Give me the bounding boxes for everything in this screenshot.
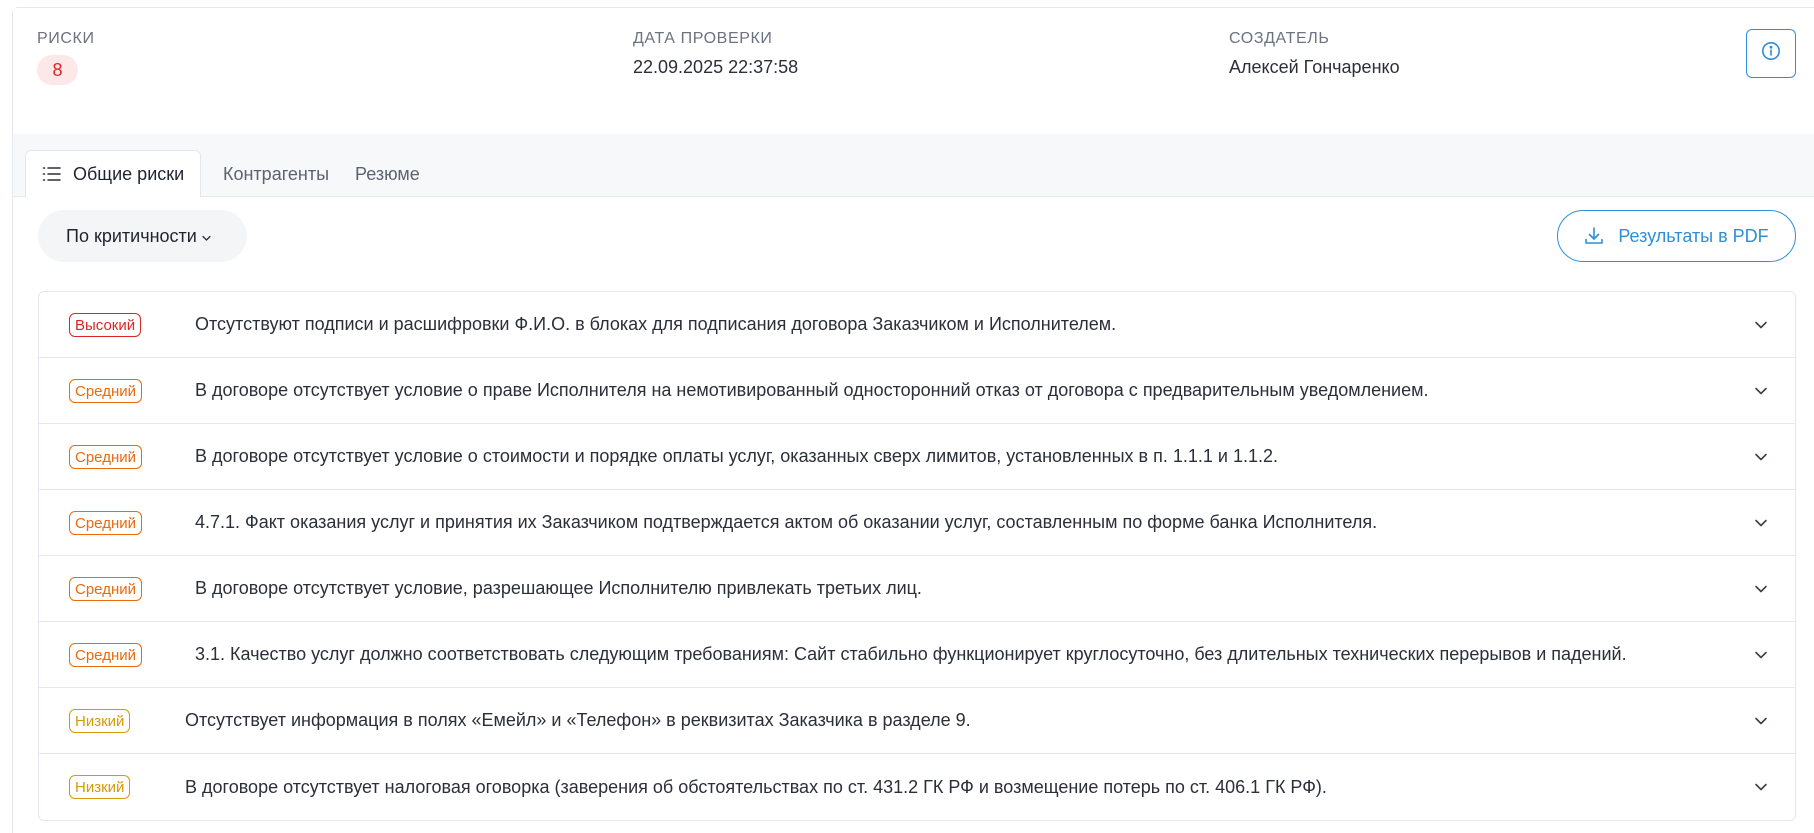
severity-badge: Средний [69, 445, 142, 469]
info-circle-icon [1761, 41, 1781, 66]
check-date: ДАТА ПРОВЕРКИ 22.09.2025 22:37:58 [633, 30, 798, 78]
severity-badge: Низкий [69, 775, 131, 799]
risk-text: В договоре отсутствует налоговая оговорк… [185, 776, 1327, 797]
tab-general-risks-label: Общие риски [73, 163, 185, 184]
severity-badge: Низкий [69, 709, 131, 733]
severity-badge: Средний [69, 643, 142, 667]
chevron-down-icon[interactable] [1753, 449, 1769, 465]
risk-list: Высокий Отсутствуют подписи и расшифровк… [38, 291, 1796, 821]
severity-badge: Средний [69, 511, 142, 535]
chevron-down-icon[interactable] [1753, 515, 1769, 531]
severity-badge: Средний [69, 379, 142, 403]
risk-item[interactable]: Средний 4.7.1. Факт оказания услуг и при… [39, 490, 1795, 556]
risks-label: РИСКИ [37, 30, 95, 47]
risk-text: 3.1. Качество услуг должно соответствова… [195, 644, 1627, 664]
risk-item[interactable]: Низкий Отсутствует информация в полях «Е… [39, 688, 1795, 754]
severity-badge: Средний [69, 577, 142, 601]
list-icon [42, 166, 62, 182]
tab-summary[interactable]: Резюме [341, 150, 434, 198]
download-pdf-button[interactable]: Результаты в PDF [1557, 210, 1796, 262]
risk-item[interactable]: Средний В договоре отсутствует условие о… [39, 358, 1795, 424]
creator: СОЗДАТЕЛЬ Алексей Гончаренко [1229, 30, 1400, 78]
info-button[interactable] [1746, 29, 1796, 78]
report-meta: РИСКИ 8 ДАТА ПРОВЕРКИ 22.09.2025 22:37:5… [13, 8, 1814, 134]
chevron-down-icon[interactable] [1753, 581, 1769, 597]
risk-text: Отсутствует информация в полях «Емейл» и… [185, 710, 971, 730]
severity-badge: Высокий [69, 313, 142, 337]
chevron-down-icon [201, 234, 212, 242]
date-value: 22.09.2025 22:37:58 [633, 57, 799, 77]
download-pdf-label: Результаты в PDF [1618, 225, 1769, 246]
risks-count-badge: 8 [37, 55, 78, 85]
tab-summary-label: Резюме [355, 163, 420, 184]
risk-text: В договоре отсутствует условие, разрешаю… [195, 578, 922, 598]
risks-summary: РИСКИ 8 [37, 30, 95, 85]
risk-item[interactable]: Средний 3.1. Качество услуг должно соотв… [39, 622, 1795, 688]
risk-item[interactable]: Высокий Отсутствуют подписи и расшифровк… [39, 292, 1795, 358]
risk-text: 4.7.1. Факт оказания услуг и принятия их… [195, 512, 1378, 532]
download-icon [1584, 226, 1604, 246]
tab-counterparties[interactable]: Контрагенты [209, 150, 343, 198]
chevron-down-icon[interactable] [1753, 713, 1769, 729]
risk-item[interactable]: Низкий В договоре отсутствует налоговая … [39, 754, 1795, 820]
sort-dropdown[interactable]: По критичности [38, 210, 247, 262]
tabs-bar: Общие риски Контрагенты Резюме [13, 134, 1814, 198]
report-panel: РИСКИ 8 ДАТА ПРОВЕРКИ 22.09.2025 22:37:5… [12, 7, 1814, 833]
chevron-down-icon[interactable] [1753, 647, 1769, 663]
date-label: ДАТА ПРОВЕРКИ [633, 30, 773, 47]
tab-general-risks[interactable]: Общие риски [25, 150, 202, 198]
risk-text: В договоре отсутствует условие о праве И… [195, 380, 1429, 400]
chevron-down-icon[interactable] [1753, 317, 1769, 333]
creator-value: Алексей Гончаренко [1229, 57, 1400, 77]
risk-text: Отсутствуют подписи и расшифровки Ф.И.О.… [195, 314, 1117, 334]
risk-item[interactable]: Средний В договоре отсутствует условие о… [39, 424, 1795, 490]
risk-item[interactable]: Средний В договоре отсутствует условие, … [39, 556, 1795, 622]
creator-label: СОЗДАТЕЛЬ [1229, 30, 1330, 47]
chevron-down-icon[interactable] [1753, 383, 1769, 399]
tab-counterparties-label: Контрагенты [223, 163, 330, 184]
sort-label: По критичности [66, 225, 197, 246]
risk-text: В договоре отсутствует условие о стоимос… [195, 446, 1278, 466]
chevron-down-icon[interactable] [1753, 779, 1769, 795]
